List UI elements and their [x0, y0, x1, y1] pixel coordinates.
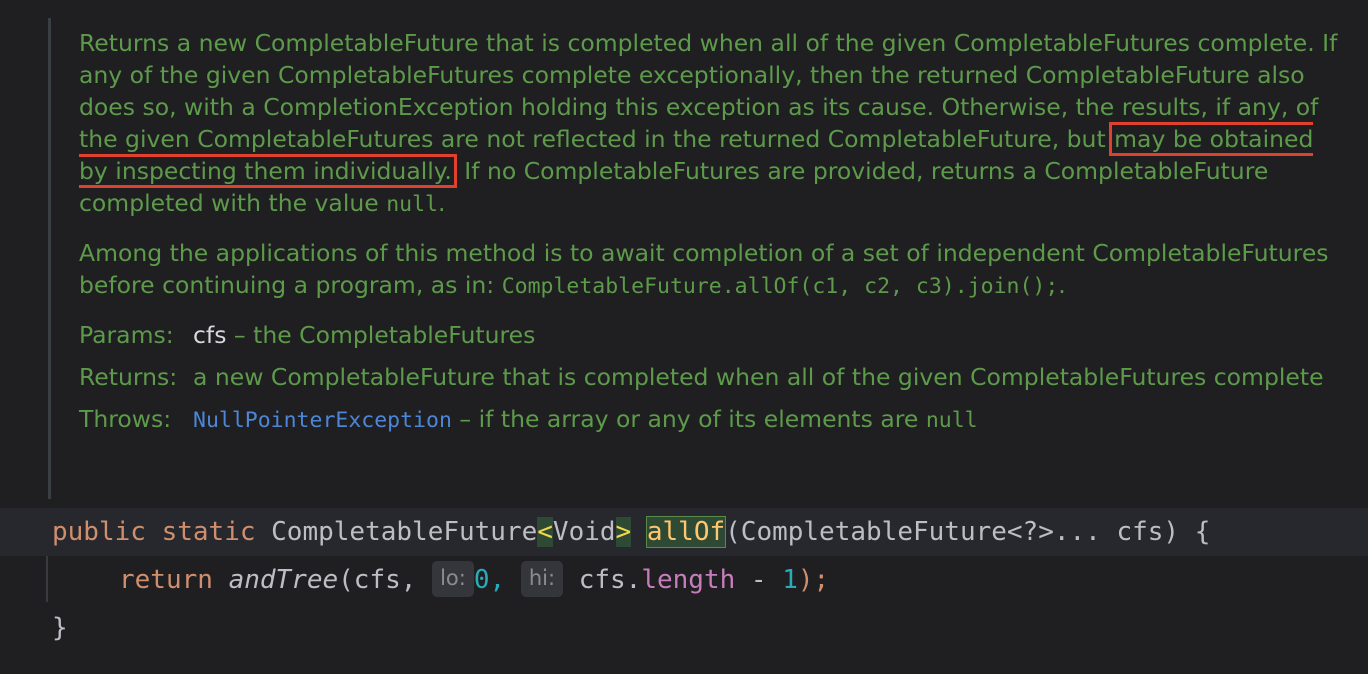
null-literal: null: [925, 408, 978, 433]
params-tag: Params: cfs – the CompletableFutures: [79, 319, 1339, 351]
exception-link[interactable]: NullPointerException: [193, 408, 452, 433]
closing-brace: }: [52, 613, 68, 643]
returns-label: Returns:: [79, 363, 178, 391]
angle-bracket-open: <: [537, 517, 553, 547]
angle-bracket-close: >: [615, 517, 632, 547]
variable-ref: cfs.: [563, 565, 642, 595]
throws-tag: Throws: NullPointerException – if the ar…: [79, 403, 1339, 437]
code-line-3[interactable]: }: [0, 604, 1368, 652]
method-name[interactable]: allOf: [645, 516, 727, 548]
null-literal: null: [386, 192, 438, 217]
doc-left-border: [48, 18, 51, 499]
keyword-return: return: [119, 565, 213, 595]
parameter-hint-hi: hi:: [520, 560, 564, 597]
doc-description-paragraph: Returns a new CompletableFuture that is …: [79, 29, 1338, 217]
operator: -: [735, 565, 783, 595]
generic-type: Void: [552, 517, 616, 547]
throws-label: Throws:: [79, 405, 172, 433]
keyword-public: public: [52, 517, 146, 547]
close-paren: );: [797, 565, 830, 595]
code-editor[interactable]: public static CompletableFuture<Void> al…: [0, 508, 1368, 652]
doc-usage-paragraph: Among the applications of this method is…: [79, 239, 1329, 299]
returns-description: a new CompletableFuture that is complete…: [193, 363, 1324, 391]
return-type: CompletableFuture: [271, 517, 538, 547]
param-description: – the CompletableFutures: [226, 321, 536, 349]
javadoc-popup: Returns a new CompletableFuture that is …: [79, 27, 1339, 437]
parameter-hint-lo: lo:: [432, 560, 474, 597]
number-literal: 0: [473, 565, 490, 595]
code-line-2[interactable]: return andTree(cfs, lo: 0, hi: cfs.length…: [0, 556, 1368, 604]
params-label: Params:: [79, 321, 174, 349]
code-example: CompletableFuture.allOf(c1, c2, c3).join…: [501, 274, 1059, 299]
call-args: (cfs,: [338, 565, 433, 595]
field-length: length: [641, 565, 736, 595]
method-call[interactable]: andTree: [229, 565, 339, 595]
returns-tag: Returns: a new CompletableFuture that is…: [79, 361, 1339, 393]
number-literal: 1: [782, 565, 798, 595]
method-params: (CompletableFuture<?>... cfs) {: [725, 517, 1211, 547]
code-line-1[interactable]: public static CompletableFuture<Void> al…: [0, 508, 1368, 556]
keyword-static: static: [161, 517, 256, 547]
throws-description: – if the array or any of its elements ar…: [451, 405, 926, 433]
param-name: cfs: [193, 321, 227, 349]
